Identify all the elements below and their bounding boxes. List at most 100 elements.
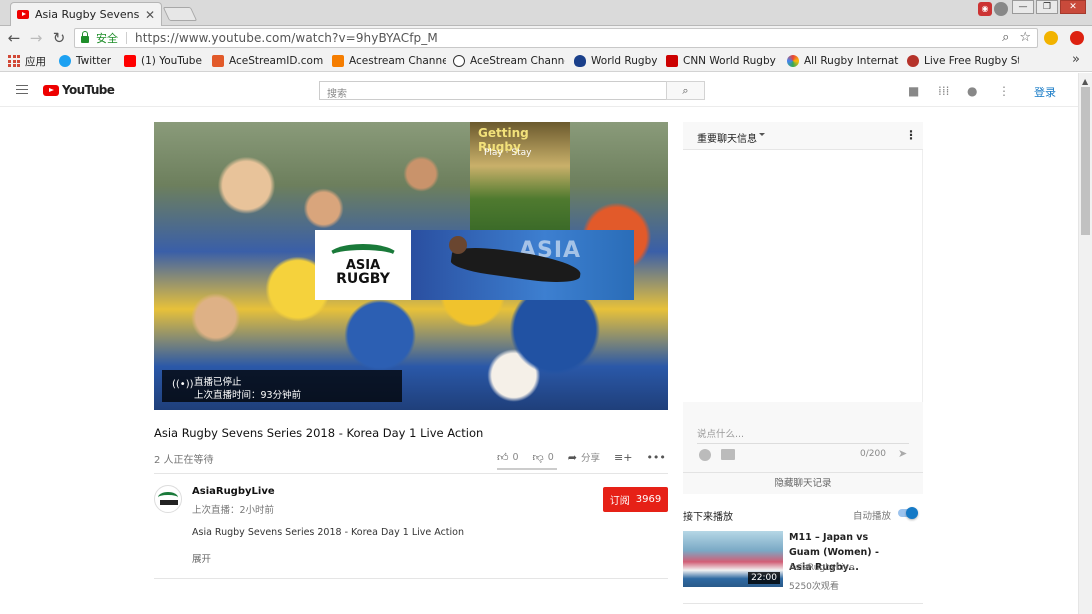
thumbs-up-icon: 👍︎ bbox=[497, 450, 509, 464]
video-duration-badge: 22:00 bbox=[748, 572, 780, 584]
send-arrow-icon[interactable]: ➤ bbox=[898, 447, 907, 460]
channel-last-live: 上次直播：2小时前 bbox=[192, 505, 275, 516]
subscriber-count: 3969 bbox=[635, 494, 662, 505]
subscribe-button[interactable]: 订阅 3969 bbox=[603, 487, 668, 512]
autoplay-toggle-knob[interactable] bbox=[906, 507, 918, 519]
bookmark-label: AceStreamID.com bbox=[229, 55, 324, 67]
more-actions-button[interactable]: ••• bbox=[646, 451, 665, 464]
chat-char-count: 0/200 bbox=[860, 449, 886, 459]
twitter-icon bbox=[59, 55, 71, 67]
reload-icon[interactable]: ↻ bbox=[50, 29, 68, 47]
window-controls: — ❐ ✕ bbox=[1012, 0, 1086, 14]
youtube-favicon-icon bbox=[17, 10, 29, 19]
apps-grid-icon[interactable]: ⁞⁞⁞ bbox=[938, 84, 949, 98]
url-text[interactable]: https://www.youtube.com/watch?v=9hyBYACf… bbox=[135, 31, 438, 45]
live-ended-overlay: ((•)) 直播已停止 上次直播时间：93分钟前 bbox=[162, 370, 402, 402]
chevron-down-icon[interactable] bbox=[759, 133, 765, 136]
super-chat-money-icon[interactable] bbox=[721, 449, 735, 460]
more-options-icon[interactable]: ⋮ bbox=[998, 84, 1010, 98]
up-next-channel-name[interactable]: AsiaRugbyLive bbox=[789, 563, 855, 573]
messages-chat-icon[interactable]: ● bbox=[967, 84, 977, 98]
bookmark-label: Acestream Channe bbox=[349, 55, 446, 67]
bookmark-acestreamid[interactable]: AceStreamID.com bbox=[212, 54, 323, 68]
bookmarks-overflow-icon[interactable]: » bbox=[1072, 52, 1080, 67]
bookmark-live-free-rugby[interactable]: Live Free Rugby Str bbox=[907, 54, 1019, 68]
omnibox-separator bbox=[126, 32, 127, 44]
minimize-button[interactable]: — bbox=[1012, 0, 1034, 14]
hide-chat-button[interactable]: 隐藏聊天记录 bbox=[683, 472, 923, 494]
bookmark-apps[interactable]: 应用 bbox=[8, 54, 46, 68]
bookmark-cnn[interactable]: CNN World Rugby bbox=[666, 54, 776, 68]
bookmark-all-rugby[interactable]: All Rugby Internat bbox=[787, 54, 899, 68]
bookmark-label: All Rugby Internat bbox=[804, 55, 899, 67]
video-title: Asia Rugby Sevens Series 2018 - Korea Da… bbox=[154, 426, 484, 440]
restore-button[interactable]: ❐ bbox=[1036, 0, 1058, 14]
scrollbar-thumb[interactable] bbox=[1081, 87, 1090, 235]
bookmark-acestream-channel[interactable]: AceStream Channe bbox=[453, 54, 565, 68]
add-to-playlist-button[interactable]: ≡+ bbox=[614, 451, 632, 464]
tab-close-icon[interactable]: ✕ bbox=[145, 9, 155, 21]
sign-in-button[interactable]: 登录 bbox=[1034, 84, 1056, 100]
show-more-button[interactable]: 展开 bbox=[192, 551, 211, 565]
page-scrollbar[interactable]: ▲ bbox=[1078, 73, 1092, 614]
bookmark-label: CNN World Rugby bbox=[683, 55, 776, 67]
chat-message-input[interactable]: 说点什么... bbox=[697, 426, 744, 440]
emoji-icon[interactable] bbox=[699, 449, 711, 461]
dislike-button[interactable]: 👎︎ 0 bbox=[533, 451, 554, 464]
chat-more-options-icon[interactable]: ⋮ bbox=[905, 128, 917, 142]
zoom-search-icon[interactable]: ⌕ bbox=[1002, 30, 1009, 45]
scroll-up-arrow-icon[interactable]: ▲ bbox=[1082, 77, 1088, 86]
apps-grid-icon bbox=[8, 55, 20, 67]
youtube-icon bbox=[124, 55, 136, 67]
browser-window: Asia Rugby Sevens Seri ✕ ◉ — ❐ ✕ ← → ↻ 安… bbox=[0, 0, 1092, 614]
share-arrow-icon: ➦ bbox=[567, 450, 577, 464]
section-divider bbox=[154, 473, 668, 474]
new-tab-button[interactable] bbox=[162, 7, 198, 21]
extension-icon[interactable] bbox=[994, 2, 1008, 16]
address-bar[interactable]: 安全 https://www.youtube.com/watch?v=9hyBY… bbox=[74, 28, 1038, 48]
youtube-masthead: YouTube 搜索 ⌕ ■ ⁞⁞⁞ ● ⋮ 登录 bbox=[0, 73, 1078, 107]
acestream-id-icon bbox=[212, 55, 224, 67]
bookmark-twitter[interactable]: Twitter bbox=[59, 54, 111, 68]
menu-hamburger-icon[interactable] bbox=[16, 85, 28, 94]
live-status-text: 直播已停止 bbox=[194, 377, 242, 388]
like-count: 0 bbox=[512, 451, 519, 463]
channel-avatar[interactable] bbox=[154, 485, 182, 513]
red-extension-icon[interactable] bbox=[1070, 31, 1084, 45]
search-input[interactable]: 搜索 bbox=[319, 81, 667, 100]
like-button[interactable]: 👍︎ 0 bbox=[497, 451, 519, 464]
rugby-player-icon bbox=[907, 55, 919, 67]
live-broadcast-icon: ((•)) bbox=[172, 379, 194, 390]
bookmark-world-rugby[interactable]: World Rugby bbox=[574, 54, 657, 68]
up-next-thumbnail[interactable]: 22:00 bbox=[683, 531, 783, 587]
yellow-extension-icon[interactable] bbox=[1044, 31, 1058, 45]
cnn-icon bbox=[666, 55, 678, 67]
youtube-logo[interactable]: YouTube bbox=[43, 83, 115, 97]
bookmark-acestream-blogger[interactable]: Acestream Channe bbox=[332, 54, 446, 68]
profile-extension-icon[interactable]: ◉ bbox=[978, 2, 992, 16]
bookmark-label: AceStream Channe bbox=[470, 55, 565, 67]
video-player[interactable]: Getting Rugby Play · Stay ASIA RUGBY ASI… bbox=[154, 122, 668, 410]
search-button[interactable]: ⌕ bbox=[666, 81, 705, 100]
upload-video-camera-icon[interactable]: ■ bbox=[908, 84, 919, 98]
forward-arrow-icon[interactable]: → bbox=[27, 29, 45, 47]
live-last-time-text: 上次直播时间：93分钟前 bbox=[194, 390, 302, 401]
bookmark-label: World Rugby bbox=[591, 55, 658, 67]
colorful-flower-icon bbox=[787, 55, 799, 67]
add-to-playlist-icon: ≡+ bbox=[614, 450, 633, 464]
soccer-ball-icon bbox=[453, 55, 465, 67]
share-button[interactable]: ➦ 分享 bbox=[567, 450, 600, 465]
bookmark-youtube[interactable]: (1) YouTube bbox=[124, 54, 202, 68]
channel-name[interactable]: AsiaRugbyLive bbox=[192, 486, 275, 497]
video-actions: 👍︎ 0 👎︎ 0 ➦ 分享 ≡+ ••• bbox=[497, 450, 680, 465]
video-banner: ASIA bbox=[411, 230, 634, 300]
search-icon: ⌕ bbox=[682, 84, 689, 97]
subscribe-label: 订阅 bbox=[609, 496, 630, 507]
back-arrow-icon[interactable]: ← bbox=[5, 29, 23, 47]
chat-mode-dropdown[interactable]: 重要聊天信息 bbox=[697, 130, 757, 145]
bookmark-label: 应用 bbox=[25, 55, 46, 68]
browser-tab-active[interactable]: Asia Rugby Sevens Seri ✕ bbox=[10, 2, 162, 26]
close-window-button[interactable]: ✕ bbox=[1060, 0, 1086, 14]
asia-rugby-logo: ASIA RUGBY bbox=[315, 230, 411, 300]
bookmark-star-icon[interactable]: ☆ bbox=[1019, 30, 1031, 45]
